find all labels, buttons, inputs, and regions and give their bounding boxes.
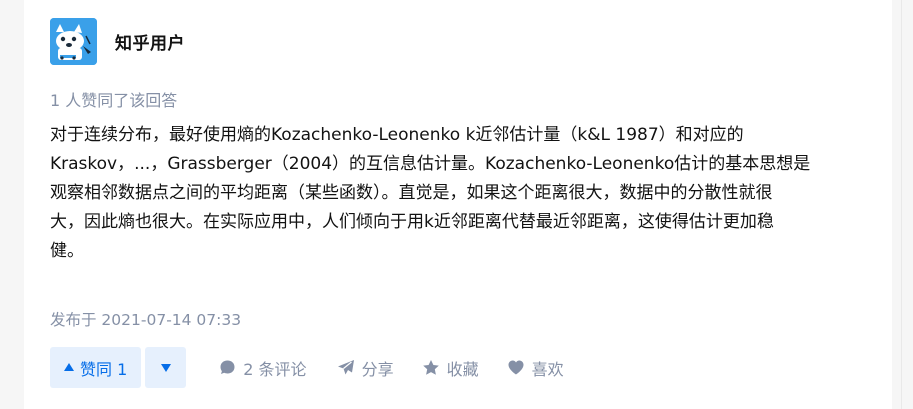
content-line: Kraskov，...，Grassberger（2004）的互信息估计量。Koz…	[50, 154, 811, 174]
divider	[901, 0, 902, 409]
author-name[interactable]: 知乎用户	[115, 29, 185, 54]
page-right-gutter	[892, 0, 913, 409]
husky-dog-avatar-icon[interactable]	[50, 18, 97, 65]
answer-content: 对于连续分布，最好使用熵的Kozachenko-Leonenko k近邻估计量（…	[50, 121, 872, 266]
answer-card: 知乎用户 1 人赞同了该回答 对于连续分布，最好使用熵的Kozachenko-L…	[24, 0, 892, 409]
content-line: 大，因此熵也很大。在实际应用中，人们倾向于用k近邻距离代替最近邻距离，这使得估计…	[50, 212, 774, 232]
vote-count-info: 1 人赞同了该回答	[50, 91, 178, 110]
content-line: 对于连续分布，最好使用熵的Kozachenko-Leonenko k近邻估计量（…	[50, 125, 744, 145]
comment-button[interactable]: 2 条评论	[219, 356, 307, 380]
paper-plane-icon	[337, 360, 354, 375]
vote-up-label: 赞同 1	[80, 359, 128, 379]
heart-icon	[508, 360, 524, 375]
comment-bubble-icon	[220, 360, 235, 374]
favorite-label: 收藏	[446, 359, 479, 379]
comment-label: 2 条评论	[243, 359, 307, 379]
triangle-down-icon	[160, 363, 171, 372]
content-line: 健。	[50, 241, 84, 261]
action-bar: 赞同 1 2 条评论 分享 收藏 喜欢	[50, 347, 564, 388]
publish-time[interactable]: 发布于 2021-07-14 07:33	[50, 308, 241, 330]
share-button[interactable]: 分享	[337, 356, 394, 380]
vote-up-button[interactable]: 赞同 1	[50, 347, 142, 388]
author-info: 知乎用户	[50, 18, 185, 65]
share-label: 分享	[361, 359, 394, 379]
content-line: 观察相邻数据点之间的平均距离（某些函数）。直觉是，如果这个距离很大，数据中的分散…	[50, 183, 773, 203]
triangle-up-icon	[64, 363, 74, 371]
like-button[interactable]: 喜欢	[507, 356, 564, 380]
favorite-button[interactable]: 收藏	[422, 356, 479, 380]
vote-down-button[interactable]	[145, 347, 187, 388]
like-label: 喜欢	[531, 359, 564, 379]
star-icon	[422, 360, 439, 375]
